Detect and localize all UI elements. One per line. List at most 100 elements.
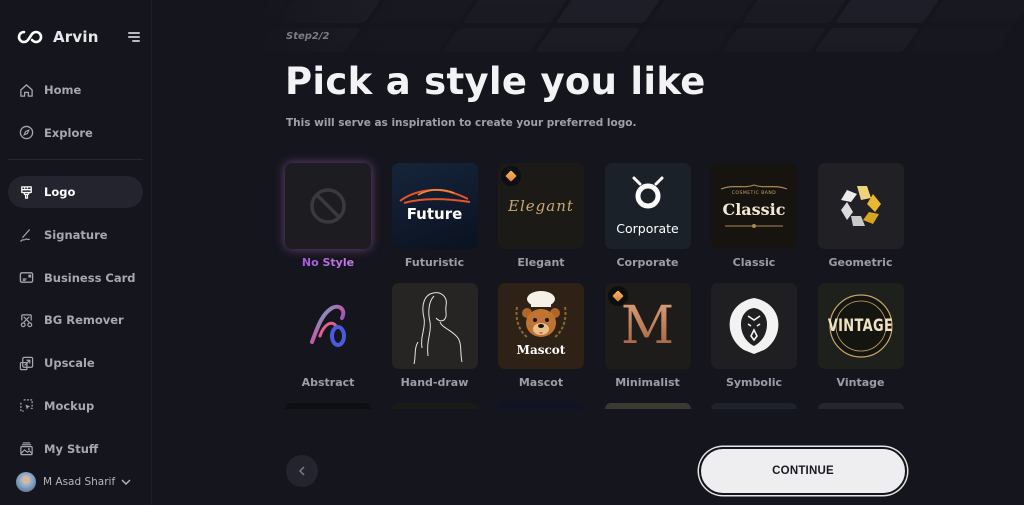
page-subtitle: This will serve as inspiration to create… xyxy=(286,117,637,129)
sidebar-divider xyxy=(8,159,143,161)
style-card-partial[interactable] xyxy=(391,403,478,409)
brand-name: Arvin xyxy=(53,28,99,46)
arvin-logo-icon xyxy=(17,30,43,44)
sidebar-item-logo[interactable]: Logo xyxy=(8,176,143,209)
page-title: Pick a style you like xyxy=(285,60,706,103)
sidebar-item-explore[interactable]: Explore xyxy=(8,117,143,149)
style-card-partial[interactable] xyxy=(817,403,904,409)
style-card-geometric[interactable]: Geometric xyxy=(817,163,904,283)
style-thumbnail: VINTAGE xyxy=(817,283,904,369)
ornament-icon xyxy=(725,224,783,228)
avatar xyxy=(16,472,36,492)
step-indicator: Step2/2 xyxy=(286,31,330,42)
style-card-abstract[interactable]: Abstract xyxy=(285,283,371,403)
sidebar: Arvin Home Explore Logo Signature Busine… xyxy=(0,0,152,505)
style-card-classic[interactable]: COSMETIC BAND Classic Classic xyxy=(711,163,797,283)
lion-head-icon xyxy=(729,298,779,354)
geometric-flower-icon xyxy=(840,186,881,226)
continue-button[interactable]: CONTINUE xyxy=(699,447,907,495)
style-card-partial[interactable] xyxy=(604,403,691,409)
sidebar-item-label: My Stuff xyxy=(44,441,99,456)
sidebar-item-business-card[interactable]: Business Card xyxy=(8,262,143,294)
style-label: Symbolic xyxy=(725,376,783,389)
brand[interactable]: Arvin xyxy=(8,0,143,74)
style-label: Mascot xyxy=(518,376,564,389)
style-thumbnail: M xyxy=(604,283,691,369)
style-card-corporate[interactable]: Corporate Corporate xyxy=(604,163,691,283)
style-label: Corporate xyxy=(616,256,679,269)
sidebar-item-my-stuff[interactable]: My Stuff xyxy=(8,433,143,465)
style-label: Vintage xyxy=(836,376,885,389)
user-name: M Asad Sharif xyxy=(43,476,116,488)
style-label: Geometric xyxy=(828,256,893,269)
business-card-icon xyxy=(18,270,34,286)
thumb-text: VINTAGE xyxy=(827,316,894,336)
style-label: Classic xyxy=(732,256,776,269)
compass-icon xyxy=(18,125,34,141)
bear-chef-mascot-icon xyxy=(515,291,567,338)
style-thumbnail xyxy=(817,163,904,249)
style-thumbnail xyxy=(711,283,797,369)
app-root: Arvin Home Explore Logo Signature Busine… xyxy=(0,0,1024,505)
sidebar-item-upscale[interactable]: Upscale xyxy=(8,347,143,379)
sidebar-item-bg-remover[interactable]: BG Remover xyxy=(8,304,143,336)
style-label: Elegant xyxy=(517,256,565,269)
thumb-text: M xyxy=(620,296,675,356)
premium-badge-icon xyxy=(501,166,521,186)
style-thumbnail: COSMETIC BAND Classic xyxy=(711,163,797,249)
sports-car-icon xyxy=(398,188,470,204)
brush-icon xyxy=(18,184,34,200)
style-label: Abstract xyxy=(301,376,355,389)
style-card-partial[interactable] xyxy=(285,403,371,409)
premium-badge-icon xyxy=(607,286,628,306)
style-card-symbolic[interactable]: Symbolic xyxy=(711,283,797,403)
style-thumbnail: Future xyxy=(391,163,478,249)
style-thumbnail: Elegant xyxy=(498,163,584,249)
line-art-portrait-icon xyxy=(413,292,462,365)
main-content: Step2/2 Pick a style you like This will … xyxy=(152,0,1024,505)
style-card-minimalist[interactable]: M Minimalist xyxy=(604,283,691,403)
sidebar-item-label: Home xyxy=(44,83,82,97)
style-thumbnail xyxy=(285,283,371,369)
style-card-hand-draw[interactable]: Hand-draw xyxy=(391,283,478,403)
sidebar-item-label: Signature xyxy=(44,228,108,243)
style-grid-next-row xyxy=(285,403,904,409)
style-thumbnail: Corporate xyxy=(604,163,691,249)
signature-pen-icon xyxy=(18,227,34,243)
mockup-cursor-icon xyxy=(18,398,34,414)
home-icon xyxy=(18,82,34,98)
back-button[interactable] xyxy=(286,455,318,487)
style-card-elegant[interactable]: Elegant Elegant xyxy=(498,163,584,283)
style-card-partial[interactable] xyxy=(498,403,584,409)
user-menu[interactable]: M Asad Sharif xyxy=(16,472,131,492)
thumb-text: Classic xyxy=(722,200,786,219)
style-label: Hand-draw xyxy=(400,376,469,389)
thumb-text: Elegant xyxy=(508,197,574,215)
sidebar-item-mockup[interactable]: Mockup xyxy=(8,390,143,422)
collapse-menu-icon[interactable] xyxy=(128,32,140,42)
style-thumbnail xyxy=(285,163,371,249)
style-card-futuristic[interactable]: Future Futuristic xyxy=(391,163,478,283)
style-label: Futuristic xyxy=(404,256,465,269)
sidebar-item-label: Business Card xyxy=(44,270,136,285)
chevron-left-icon xyxy=(298,466,305,476)
ornament-icon xyxy=(720,184,788,190)
style-card-no-style[interactable]: No Style xyxy=(285,163,371,283)
style-card-partial[interactable] xyxy=(711,403,797,409)
sidebar-item-home[interactable]: Home xyxy=(8,74,143,106)
thumb-text: Mascot xyxy=(516,343,566,357)
sidebar-item-label: BG Remover xyxy=(44,313,124,328)
chevron-down-icon xyxy=(121,479,131,485)
style-label: No Style xyxy=(301,256,355,269)
style-card-mascot[interactable]: Mascot Mascot xyxy=(498,283,584,403)
style-label: Minimalist xyxy=(615,376,680,389)
style-card-vintage[interactable]: VINTAGE Vintage xyxy=(817,283,904,403)
no-style-icon xyxy=(310,188,346,224)
style-thumbnail xyxy=(391,283,478,369)
style-thumbnail: Mascot xyxy=(498,283,584,369)
style-grid: No Style Future Futuristic Elegant Elega… xyxy=(285,163,904,403)
thumb-text: Future xyxy=(406,205,463,223)
sidebar-item-signature[interactable]: Signature xyxy=(8,219,143,251)
thumb-text: Corporate xyxy=(616,221,679,236)
abstract-swirl-icon xyxy=(310,304,346,347)
